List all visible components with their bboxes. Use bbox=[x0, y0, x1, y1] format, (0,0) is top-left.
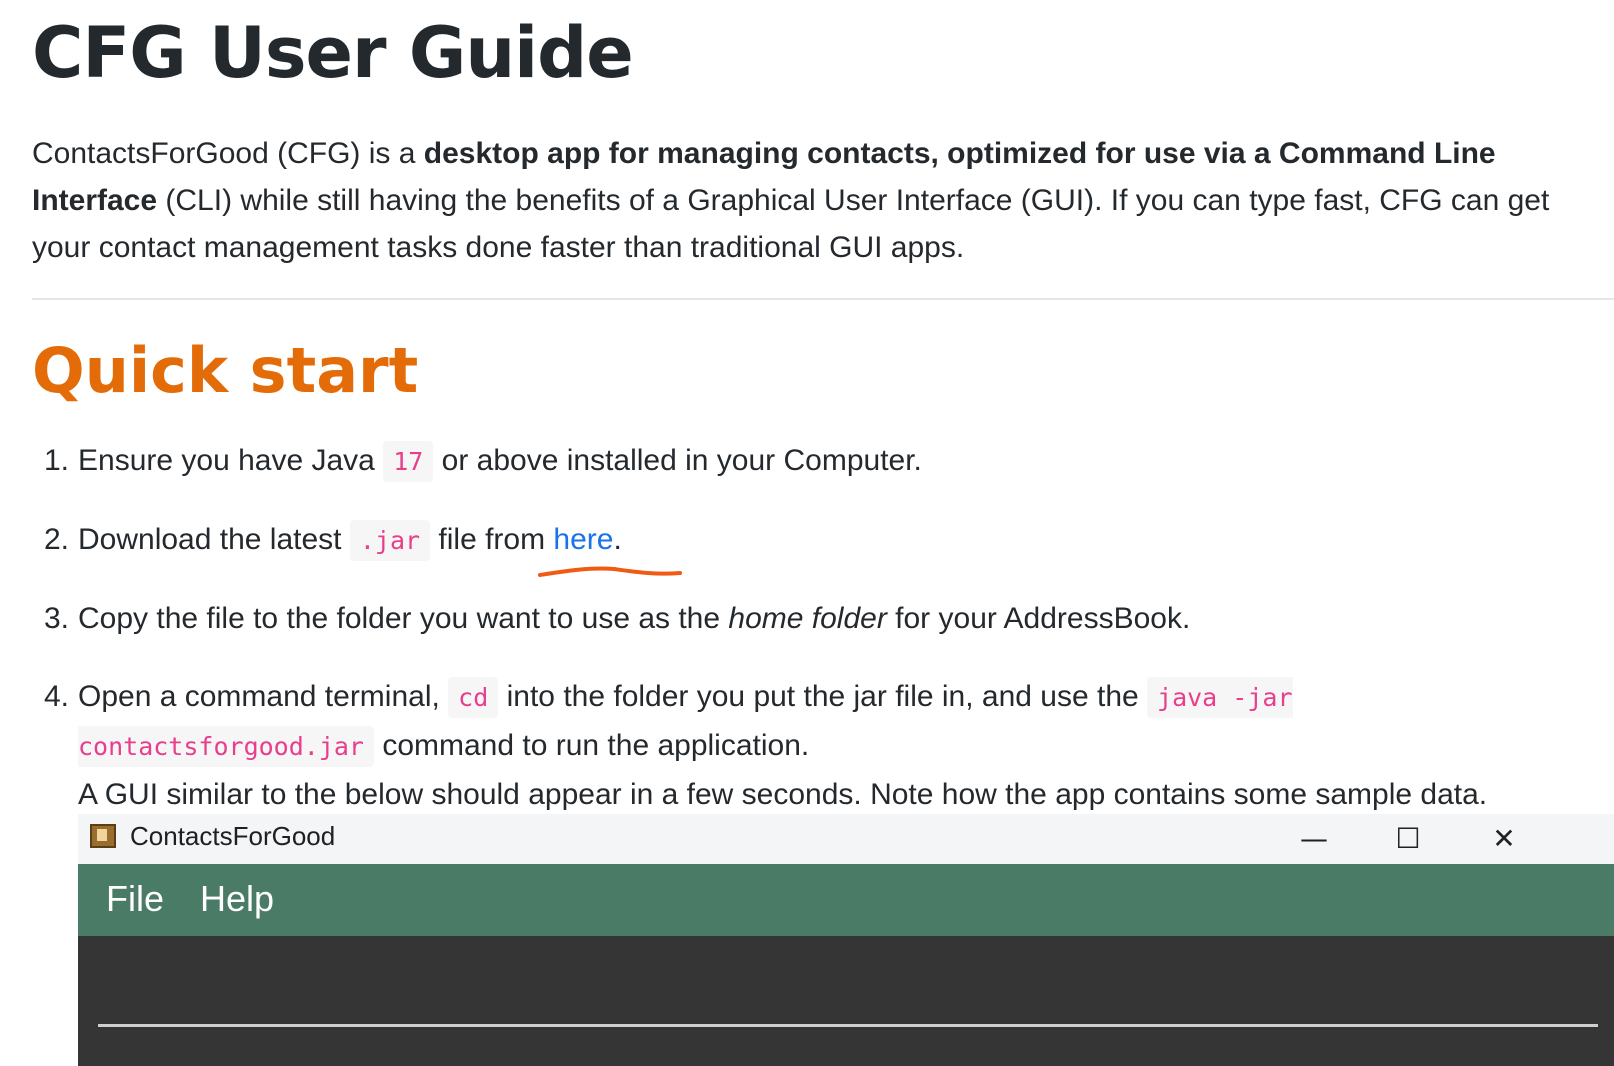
app-window-screenshot: ContactsForGood — ☐ ✕ File Help bbox=[78, 814, 1614, 1066]
menu-bar: File Help bbox=[78, 864, 1614, 936]
step-text: . bbox=[613, 523, 622, 556]
page-title: CFG User Guide bbox=[32, 12, 634, 94]
menu-file[interactable]: File bbox=[106, 878, 164, 920]
step-text: into the folder you put the jar file in,… bbox=[498, 680, 1148, 713]
step-text: Open a command terminal, bbox=[78, 680, 449, 713]
home-folder-emphasis: home folder bbox=[728, 602, 887, 635]
maximize-icon[interactable]: ☐ bbox=[1388, 818, 1428, 858]
step-text: Download the latest bbox=[78, 523, 350, 556]
jar-code: .jar bbox=[349, 520, 431, 561]
horizontal-rule bbox=[32, 298, 1614, 300]
step-1: 1. Ensure you have Java 17 or above inst… bbox=[32, 437, 1602, 486]
intro-paragraph: ContactsForGood (CFG) is a desktop app f… bbox=[32, 130, 1562, 271]
step-3: 3. Copy the file to the folder you want … bbox=[32, 595, 1602, 643]
window-titlebar: ContactsForGood — ☐ ✕ bbox=[78, 814, 1614, 864]
close-icon[interactable]: ✕ bbox=[1484, 818, 1524, 858]
app-icon bbox=[90, 824, 116, 848]
download-here-link[interactable]: here bbox=[553, 523, 613, 556]
command-area bbox=[78, 936, 1614, 1066]
window-title: ContactsForGood bbox=[130, 821, 336, 851]
step-number: 3. bbox=[44, 602, 70, 635]
hand-drawn-underline bbox=[538, 566, 682, 577]
step-text: Copy the file to the folder you want to … bbox=[78, 602, 729, 635]
step-text: file from bbox=[430, 523, 554, 556]
java-version-code: 17 bbox=[383, 441, 434, 482]
step-4: 4. Open a command terminal, cd into the … bbox=[32, 673, 1602, 819]
step-text: command to run the application. bbox=[373, 729, 810, 762]
minimize-icon[interactable]: — bbox=[1294, 818, 1334, 858]
quick-start-steps: 1. Ensure you have Java 17 or above inst… bbox=[32, 437, 1602, 819]
step-text: for your AddressBook. bbox=[886, 602, 1191, 635]
section-title-quick-start: Quick start bbox=[32, 334, 419, 407]
cd-code: cd bbox=[448, 677, 499, 718]
intro-text-end: (CLI) while still having the benefits of… bbox=[32, 184, 1550, 264]
step-text: A GUI similar to the below should appear… bbox=[78, 778, 1488, 811]
step-number: 1. bbox=[44, 444, 70, 477]
step-number: 4. bbox=[44, 680, 70, 713]
step-text: Ensure you have Java bbox=[78, 444, 384, 477]
step-number: 2. bbox=[44, 523, 70, 556]
intro-text-start: ContactsForGood (CFG) is a bbox=[32, 137, 424, 170]
menu-help[interactable]: Help bbox=[200, 878, 274, 920]
step-text: or above installed in your Computer. bbox=[433, 444, 922, 477]
step-2: 2. Download the latest .jar file from he… bbox=[32, 516, 1602, 565]
command-box-border bbox=[98, 1024, 1598, 1027]
